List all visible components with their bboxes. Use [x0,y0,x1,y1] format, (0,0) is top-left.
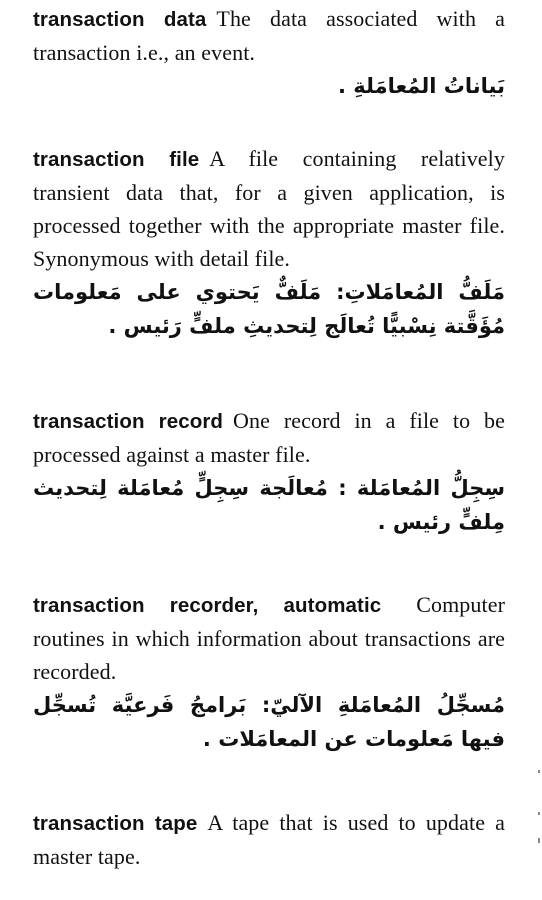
dictionary-entry: transaction data The data associated with… [33,2,505,103]
scan-artifact [538,770,540,773]
entry-arabic: بَياناتُ المُعامَلةِ . [337,74,505,98]
entry-term: transaction file [33,148,200,171]
entry-term: transaction recorder, automatic [33,594,382,617]
entry-arabic: سِجِلُّ المُعامَلة : مُعالَجة سِجِلٍّ مُ… [33,476,505,534]
entry-term: transaction record [33,410,224,433]
dictionary-entry: transaction record One record in a file t… [33,404,505,539]
entry-english: transaction recorder, automatic Computer… [33,588,505,688]
dictionary-entry: transaction recorder, automatic Computer… [33,588,505,756]
scan-artifact [538,812,540,815]
entry-term: transaction data [33,8,207,31]
entry-arabic: مَلَفُّ المُعامَلاتِ: مَلَفٌّ يَحتوي على… [33,280,505,338]
entry-english: transaction data The data associated with… [33,2,505,69]
entry-english: transaction tape A tape that is used to u… [33,806,505,873]
entry-term: transaction tape [33,812,198,835]
dictionary-entry: transaction file A file containing re­lat… [33,142,505,343]
entry-arabic: مُسجِّلُ المُعامَلةِ الآليّ: بَرامجُ فَر… [33,693,505,751]
dictionary-entry: transaction tape A tape that is used to u… [33,806,505,873]
entry-english: transaction file A file containing re­lat… [33,142,505,275]
scan-artifact [538,838,540,843]
entry-english: transaction record One record in a file t… [33,404,505,471]
